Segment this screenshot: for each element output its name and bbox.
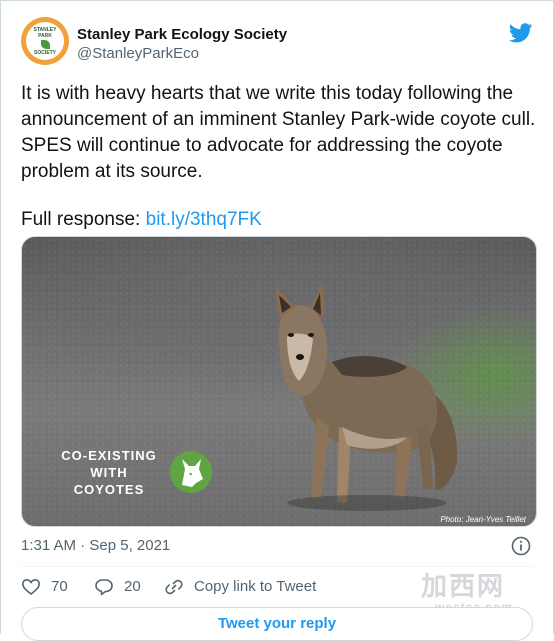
overlay-line2: WITH <box>90 465 128 480</box>
link-icon <box>165 579 183 595</box>
like-button[interactable]: 70 <box>21 577 68 597</box>
copy-link-label: Copy link to Tweet <box>194 578 317 595</box>
leaf-icon <box>40 39 50 49</box>
heart-icon <box>21 578 41 596</box>
overlay-line1: CO-EXISTING <box>61 448 157 463</box>
tweet-card: STANLEY PARK SOCIETY Stanley Park Ecolog… <box>0 0 554 641</box>
full-response: Full response: bit.ly/3thq7FK <box>21 207 541 233</box>
reply-count: 20 <box>124 578 141 595</box>
twitter-bird-icon[interactable] <box>509 21 533 45</box>
display-name[interactable]: Stanley Park Ecology Society <box>77 26 287 44</box>
tweet-meta: 1:31 AM · Sep 5, 2021 <box>21 536 533 556</box>
tweet-text: It is with heavy hearts that we write th… <box>21 81 541 233</box>
reply-icon <box>95 579 113 596</box>
handle[interactable]: @StanleyParkEco <box>77 45 287 63</box>
overlay-line3: COYOTES <box>73 482 145 497</box>
coyote-image <box>275 283 458 511</box>
timestamp[interactable]: 1:31 AM · Sep 5, 2021 <box>21 537 170 554</box>
copy-link-button[interactable]: Copy link to Tweet <box>164 577 316 597</box>
response-prefix: Full response: <box>21 209 146 230</box>
tweet-photo[interactable]: CO-EXISTING WITH COYOTES Photo: Jean-Yve… <box>21 236 537 527</box>
info-icon[interactable] <box>511 536 531 556</box>
watermark-text: 加西网 <box>421 572 506 602</box>
avatar-logo-line2: PARK <box>38 32 52 39</box>
co-existing-text: CO-EXISTING WITH COYOTES <box>50 447 168 498</box>
divider <box>21 566 533 567</box>
tweet-your-reply-button[interactable]: Tweet your reply <box>21 607 533 641</box>
avatar-logo: STANLEY PARK SOCIETY <box>26 22 64 60</box>
author-names: Stanley Park Ecology Society @StanleyPar… <box>77 26 287 63</box>
co-existing-logo: CO-EXISTING WITH COYOTES <box>50 447 212 503</box>
coyote-badge-icon <box>170 451 212 493</box>
avatar[interactable]: STANLEY PARK SOCIETY <box>21 17 69 65</box>
avatar-logo-line3: SOCIETY <box>34 49 56 56</box>
photo-credit: Photo: Jean-Yves Teillet <box>440 515 526 524</box>
tweet-header: STANLEY PARK SOCIETY Stanley Park Ecolog… <box>21 17 535 69</box>
tweet-body: It is with heavy hearts that we write th… <box>21 83 536 182</box>
like-count: 70 <box>51 578 68 595</box>
response-link[interactable]: bit.ly/3thq7FK <box>146 209 262 230</box>
reply-button[interactable]: 20 <box>94 577 141 597</box>
